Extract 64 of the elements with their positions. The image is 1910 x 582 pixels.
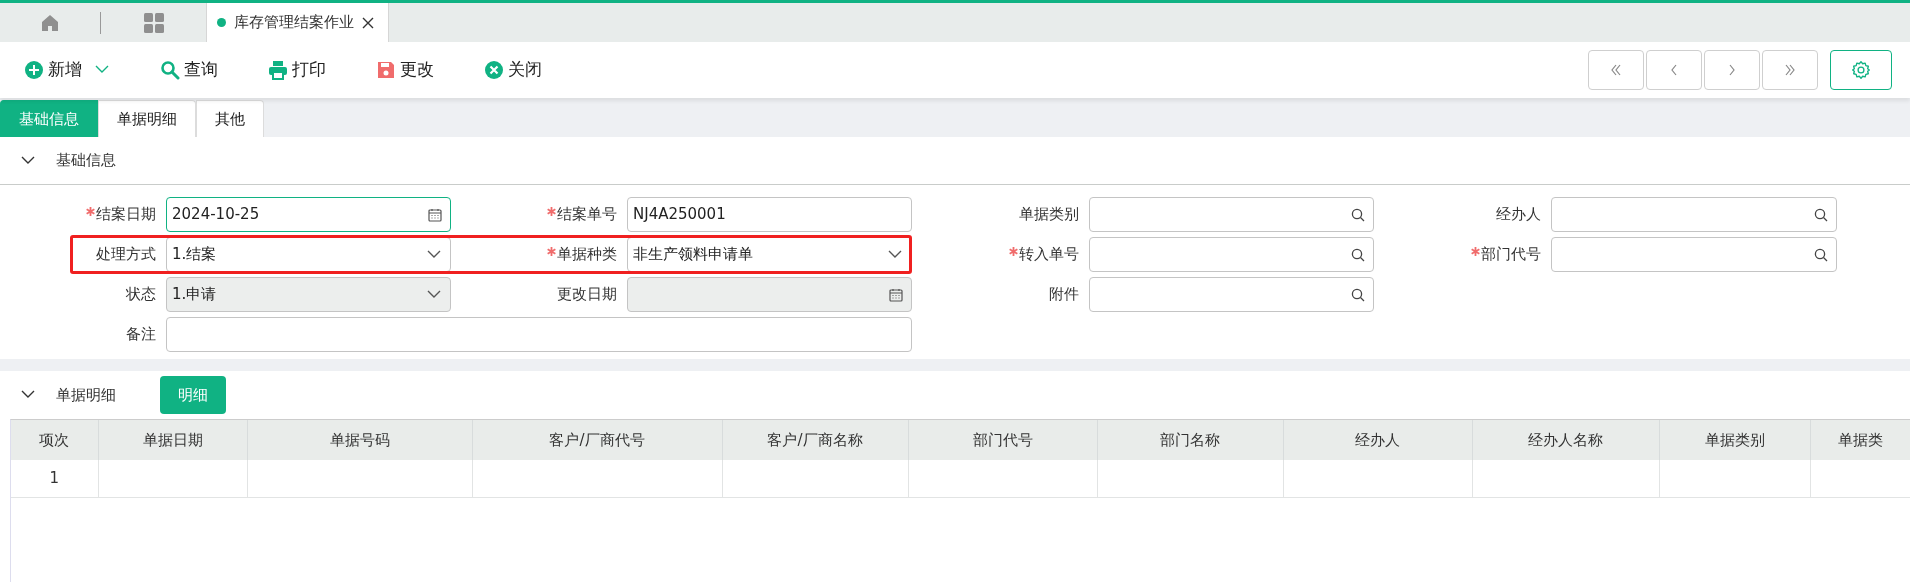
field-label: 备注 [126, 324, 156, 346]
search-button[interactable]: 查询 [154, 53, 224, 87]
column-header: 经办人 [1283, 420, 1472, 460]
column-header: 单据号码 [247, 420, 472, 460]
date-field[interactable]: 2024-10-25 [166, 197, 451, 232]
field-label: 经办人 [1496, 204, 1541, 226]
search-icon [1351, 207, 1365, 222]
field-label: 更改日期 [557, 284, 617, 306]
text-field[interactable]: NJ4A250001 [627, 197, 912, 232]
column-header: 单据日期 [98, 420, 247, 460]
field-label: 单据种类 [557, 244, 617, 266]
field-label: 状态 [126, 284, 156, 306]
lookup-field[interactable] [1089, 237, 1374, 272]
column-header: 单据类别 [1659, 420, 1810, 460]
printer-icon [268, 60, 288, 80]
note-field[interactable] [166, 317, 912, 352]
lookup-field[interactable] [1089, 197, 1374, 232]
search-icon [1814, 247, 1828, 262]
close-icon [484, 60, 504, 80]
column-header: 单据类 [1810, 420, 1910, 460]
search-icon [1814, 207, 1828, 222]
field-label: 部门代号 [1481, 244, 1541, 266]
last-page-button[interactable] [1762, 50, 1818, 90]
field-label: 处理方式 [96, 244, 156, 266]
column-header: 经办人名称 [1472, 420, 1659, 460]
form-tab[interactable]: 其他 [196, 100, 264, 137]
lookup-field[interactable] [1551, 237, 1837, 272]
section-title: 基础信息 [56, 150, 116, 172]
print-button[interactable]: 打印 [262, 53, 332, 87]
column-header: 部门名称 [1097, 420, 1283, 460]
settings-icon [1851, 60, 1871, 80]
settings-button[interactable] [1830, 50, 1892, 90]
close-icon[interactable] [362, 16, 374, 29]
save-button[interactable]: 更改 [370, 53, 440, 87]
field-label: 结案单号 [557, 204, 617, 226]
calendar-icon [428, 207, 442, 222]
column-header: 客户/厂商代号 [472, 420, 722, 460]
first-page-button[interactable] [1588, 50, 1644, 90]
column-header: 项次 [11, 420, 98, 460]
calendar-icon [889, 287, 903, 302]
lookup-field[interactable] [1089, 277, 1374, 312]
section-title: 单据明细 [56, 384, 116, 406]
next-button[interactable] [1704, 50, 1760, 90]
tab-title: 库存管理结案作业 [234, 12, 354, 34]
close-button[interactable]: 关闭 [478, 53, 548, 87]
field-label: 单据类别 [1019, 204, 1079, 226]
home-icon [40, 12, 60, 33]
lookup-field[interactable] [1551, 197, 1837, 232]
add-button[interactable]: 新增 [18, 53, 116, 87]
status-dot [217, 18, 226, 27]
column-header: 客户/厂商名称 [722, 420, 908, 460]
field-label: 附件 [1049, 284, 1079, 306]
column-header: 部门代号 [908, 420, 1097, 460]
grid-icon [142, 11, 165, 34]
plus-icon [24, 60, 44, 80]
search-icon [1351, 287, 1365, 302]
field-label: 转入单号 [1019, 244, 1079, 266]
field-label: 结案日期 [96, 204, 156, 226]
form-tab[interactable]: 单据明细 [98, 100, 196, 137]
table-cell: 1 [49, 469, 59, 487]
previous-button[interactable] [1646, 50, 1702, 90]
search-icon [160, 60, 180, 80]
page-tab[interactable]: 库存管理结案作业 [206, 3, 389, 42]
search-icon [1351, 247, 1365, 262]
